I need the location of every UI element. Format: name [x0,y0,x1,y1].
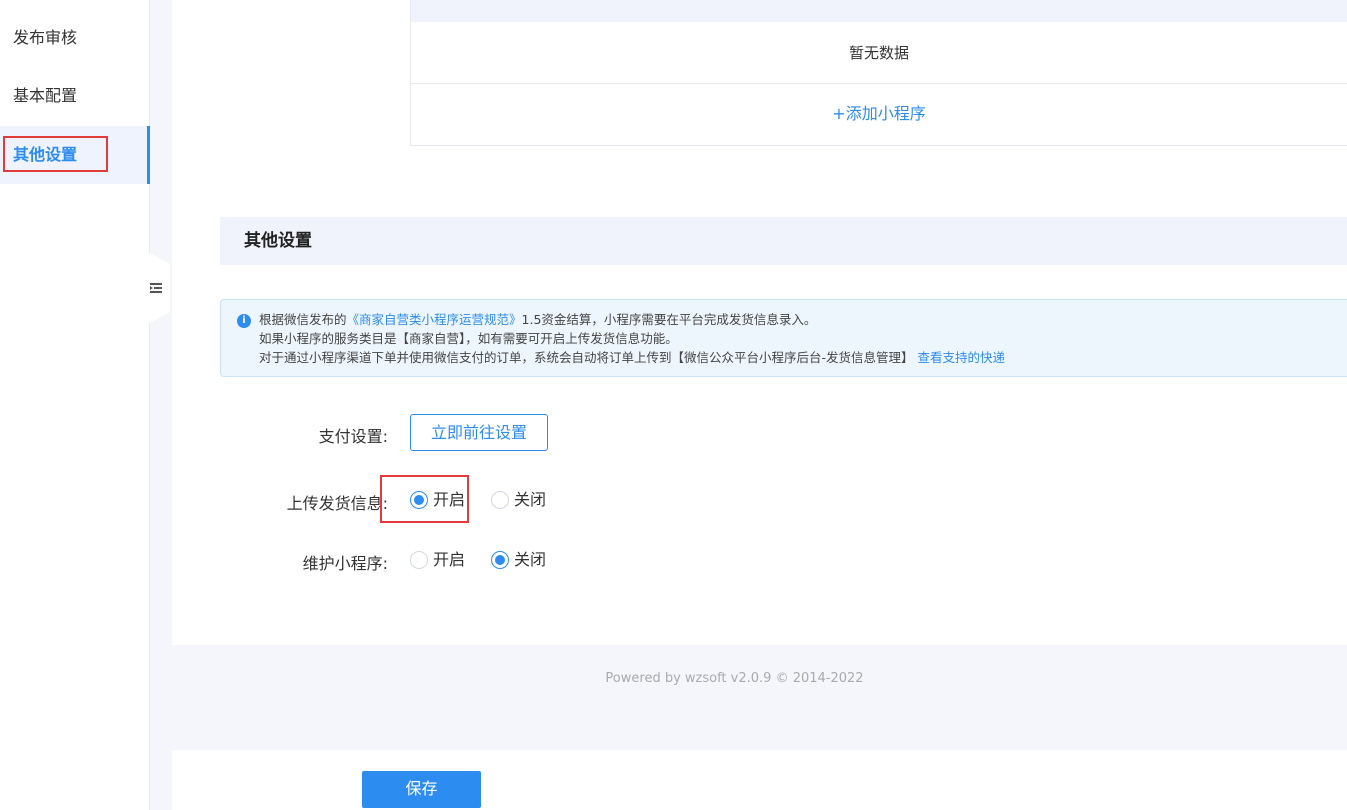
radio-unchecked-icon [410,551,428,569]
sidebar-item-other-settings[interactable]: 其他设置 [0,126,150,184]
footer: Powered by wzsoft v2.0.9 © 2014-2022 [172,645,1347,750]
notice-line-3-text: 对于通过小程序渠道下单并使用微信支付的订单，系统会自动将订单上传到【微信公众平台… [259,350,914,365]
sidebar-item-basic-config[interactable]: 基本配置 [0,67,150,125]
sidebar: 发布审核 基本配置 其他设置 [0,0,150,810]
notice-line-1-prefix: 根据微信发布的 [259,312,347,327]
notice-box: i 根据微信发布的《商家自营类小程序运营规范》1.5资金结算，小程序需要在平台完… [220,299,1347,377]
radio-label: 开启 [433,490,466,509]
radio-label: 关闭 [514,550,547,569]
collapse-menu-icon[interactable] [150,281,162,295]
upload-shipping-off-radio[interactable]: 关闭 [491,489,551,511]
table-empty-text: 暂无数据 [410,22,1347,84]
upload-shipping-on-radio[interactable]: 开启 [410,489,470,511]
save-bar: 保存 [172,750,1347,810]
radio-label: 关闭 [514,490,547,509]
notice-line-1: 根据微信发布的《商家自营类小程序运营规范》1.5资金结算，小程序需要在平台完成发… [259,310,1347,329]
view-supported-couriers-link[interactable]: 查看支持的快递 [918,350,1006,365]
radio-unchecked-icon [491,491,509,509]
notice-line-2: 如果小程序的服务类目是【商家自营】，如有需要可开启上传发货信息功能。 [259,331,678,346]
maintain-miniprogram-label: 维护小程序: [302,554,388,573]
radio-checked-icon [410,491,428,509]
main-content: 暂无数据 +添加小程序 其他设置 i 根据微信发布的《商家自营类小程序运营规范》… [172,0,1347,645]
radio-checked-icon [491,551,509,569]
add-miniprogram-link[interactable]: +添加小程序 [410,84,1347,146]
notice-line-3: 对于通过小程序渠道下单并使用微信支付的订单，系统会自动将订单上传到【微信公众平台… [259,348,1347,367]
operation-spec-link[interactable]: 《商家自营类小程序运营规范》 [347,312,522,327]
sidebar-item-publish-review[interactable]: 发布审核 [0,9,150,67]
radio-label: 开启 [433,550,466,569]
save-button[interactable]: 保存 [362,771,481,808]
table-header [410,0,1347,22]
upload-shipping-label: 上传发货信息: [286,494,388,513]
maintain-miniprogram-on-radio[interactable]: 开启 [410,549,470,571]
payment-settings-label: 支付设置: [318,427,388,446]
footer-copyright: Powered by wzsoft v2.0.9 © 2014-2022 [605,671,864,686]
section-title: 其他设置 [220,217,1347,265]
info-icon: i [237,314,251,328]
maintain-miniprogram-off-radio[interactable]: 关闭 [491,549,551,571]
notice-line-1-suffix: 1.5资金结算，小程序需要在平台完成发货信息录入。 [521,312,817,327]
go-to-payment-settings-button[interactable]: 立即前往设置 [410,414,548,451]
